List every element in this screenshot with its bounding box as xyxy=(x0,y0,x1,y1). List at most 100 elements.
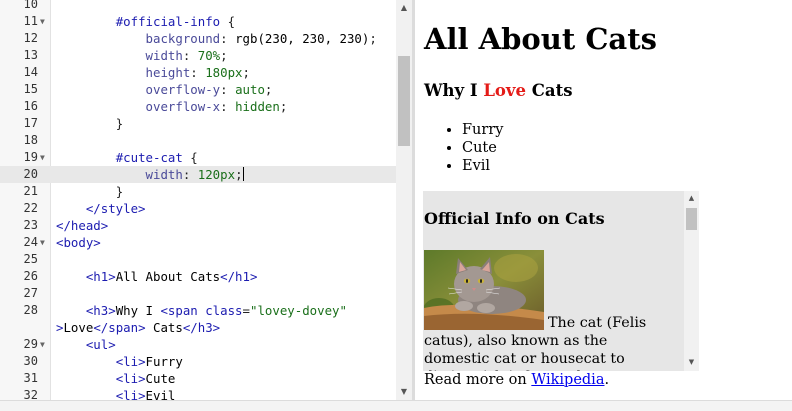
code-line[interactable]: 16 overflow-x: hidden; xyxy=(0,98,396,115)
code-token: { xyxy=(182,150,198,165)
info-scrollbar[interactable]: ▲ ▼ xyxy=(684,191,699,371)
code-line[interactable]: 17 } xyxy=(0,115,396,132)
line-number: 29 xyxy=(23,337,38,351)
scroll-up-arrow-icon[interactable]: ▲ xyxy=(396,0,412,16)
line-number: 30 xyxy=(23,354,38,368)
line-number: 32 xyxy=(23,388,38,400)
code-line[interactable]: 11 ▼ #official-info { xyxy=(0,13,396,30)
love-word: Love xyxy=(483,81,527,100)
code-text: #cute-cat { xyxy=(56,149,198,166)
code-token: } xyxy=(115,184,124,199)
code-token: <span xyxy=(160,303,206,318)
code-line[interactable]: 14 height: 180px; xyxy=(0,64,396,81)
code-token: <h1> xyxy=(85,269,116,284)
code-token: <body> xyxy=(56,235,101,250)
code-token: #official-info xyxy=(115,14,221,29)
info-scroll-down-icon[interactable]: ▼ xyxy=(684,355,699,369)
subheading-text-start: Why I xyxy=(424,81,484,100)
code-line[interactable]: 25 xyxy=(0,251,396,268)
code-line[interactable]: 29 ▼ <ul> xyxy=(0,336,396,353)
code-token: </style> xyxy=(85,201,146,216)
code-token: : xyxy=(190,65,206,80)
official-info-text: The cat (Felis catus), also known as the… xyxy=(424,315,647,371)
code-line[interactable]: 30 <li>Furry xyxy=(0,353,396,370)
preview-pane: All About Cats Why I Love Cats Furry Cut… xyxy=(415,0,792,400)
code-line[interactable]: 27 xyxy=(0,285,396,302)
code-token: Evil xyxy=(145,388,176,400)
code-text: </style> xyxy=(56,200,146,217)
editor-scrollbar[interactable]: ▲ ▼ xyxy=(396,0,412,400)
code-token: <li> xyxy=(115,354,146,369)
code-text: overflow-x: hidden; xyxy=(56,98,288,115)
code-line[interactable]: 12 background: rgb(230, 230, 230); xyxy=(0,30,396,47)
fold-arrow-icon[interactable]: ▼ xyxy=(40,13,45,30)
official-info-box[interactable]: Official Info on Cats The cat (Felis cat… xyxy=(423,191,699,371)
code-token: height xyxy=(145,65,191,80)
line-number: 14 xyxy=(23,65,38,79)
code-line[interactable]: 31 <li>Cute xyxy=(0,370,396,387)
code-token: Furry xyxy=(145,354,183,369)
code-token: 70% xyxy=(197,48,221,63)
code-text: width: 120px; xyxy=(56,166,244,183)
code-line[interactable]: 13 width: 70%; xyxy=(0,47,396,64)
code-text: >Love</span> Cats</h3> xyxy=(56,319,220,336)
code-token: ; xyxy=(264,82,273,97)
code-line[interactable]: 28 <h3>Why I <span class="lovey-dovey" xyxy=(0,302,396,319)
line-number: 28 xyxy=(23,303,38,317)
wikipedia-link[interactable]: Wikipedia xyxy=(531,372,604,388)
text-cursor xyxy=(242,167,244,181)
code-token: </h3> xyxy=(182,320,221,335)
info-scroll-thumb[interactable] xyxy=(686,208,697,230)
code-token: width xyxy=(145,48,183,63)
code-line[interactable]: 19 ▼ #cute-cat { xyxy=(0,149,396,166)
code-line[interactable]: 32 <li>Evil xyxy=(0,387,396,400)
code-token: background xyxy=(145,31,221,46)
code-token: Cats xyxy=(145,320,183,335)
code-line[interactable]: 15 overflow-y: auto; xyxy=(0,81,396,98)
code-text: height: 180px; xyxy=(56,64,250,81)
code-line[interactable]: >Love</span> Cats</h3> xyxy=(0,319,396,336)
code-line[interactable]: 23 </head> xyxy=(0,217,396,234)
fold-arrow-icon[interactable]: ▼ xyxy=(40,234,45,251)
code-token: ; xyxy=(369,31,377,46)
code-line[interactable]: 24 ▼ <body> xyxy=(0,234,396,251)
code-editor[interactable]: 10 11 ▼ #official-info {12 background: rgb… xyxy=(0,0,412,400)
code-token: ; xyxy=(220,48,228,63)
info-scroll-up-icon[interactable]: ▲ xyxy=(684,191,699,205)
code-text: width: 70%; xyxy=(56,47,228,64)
code-area[interactable]: 10 11 ▼ #official-info {12 background: rgb… xyxy=(0,0,396,400)
fold-arrow-icon[interactable]: ▼ xyxy=(40,336,45,353)
scroll-down-arrow-icon[interactable]: ▼ xyxy=(396,384,412,400)
code-token: rgb(230, 230, 230) xyxy=(235,31,370,46)
code-line[interactable]: 20 width: 120px; xyxy=(0,166,396,183)
line-number: 13 xyxy=(23,48,38,62)
preview-subheading: Why I Love Cats xyxy=(424,79,573,103)
code-token: class xyxy=(205,303,243,318)
line-number: 26 xyxy=(23,269,38,283)
code-token: All About Cats xyxy=(115,269,221,284)
code-token: : xyxy=(220,99,236,114)
code-token: <h3> xyxy=(85,303,116,318)
code-line[interactable]: 10 xyxy=(0,0,396,13)
code-token: } xyxy=(115,116,124,131)
fold-arrow-icon[interactable]: ▼ xyxy=(40,149,45,166)
code-token: ; xyxy=(279,99,288,114)
code-token: { xyxy=(220,14,236,29)
code-text: </head> xyxy=(56,217,108,234)
code-line[interactable]: 21 } xyxy=(0,183,396,200)
code-line[interactable]: 26 <h1>All About Cats</h1> xyxy=(0,268,396,285)
editor-scroll-thumb[interactable] xyxy=(398,56,410,146)
line-number: 31 xyxy=(23,371,38,385)
code-line[interactable]: 18 xyxy=(0,132,396,149)
read-more-suffix: . xyxy=(604,372,610,388)
line-number: 24 xyxy=(23,235,38,249)
code-line[interactable]: 22 </style> xyxy=(0,200,396,217)
